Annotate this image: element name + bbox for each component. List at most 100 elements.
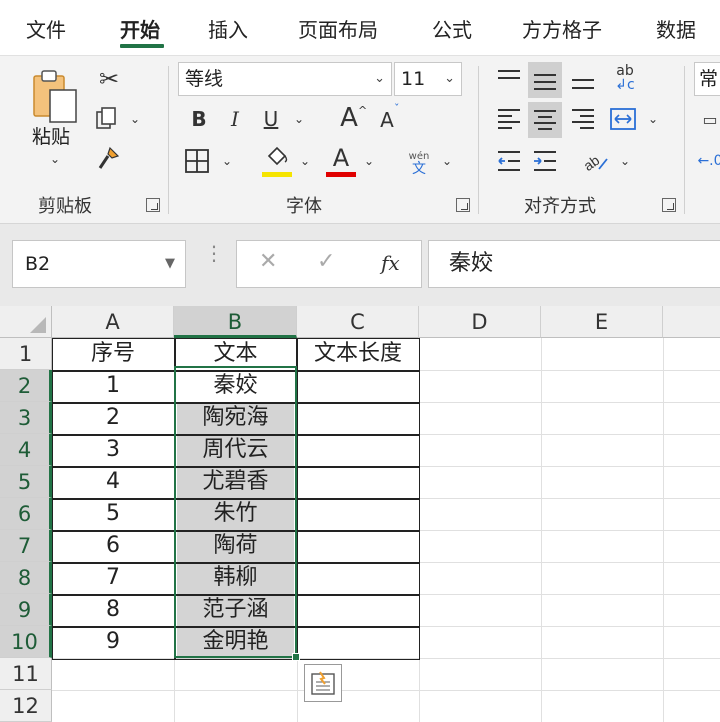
cell-a3[interactable]: 2 <box>52 402 174 434</box>
cell-c1[interactable]: 文本长度 <box>297 338 419 370</box>
paste-button[interactable] <box>30 68 82 130</box>
format-painter-icon[interactable] <box>94 144 124 174</box>
cell-a9[interactable]: 8 <box>52 594 174 626</box>
name-box[interactable]: B2 ▼ <box>12 240 186 288</box>
cell-a1[interactable]: 序号 <box>52 338 174 370</box>
copy-icon[interactable] <box>92 104 122 134</box>
row-header-11[interactable]: 11 <box>0 658 52 690</box>
font-name-select[interactable]: 等线 ⌄ <box>178 62 392 96</box>
increase-indent-icon[interactable] <box>528 144 562 178</box>
borders-icon[interactable] <box>182 146 212 176</box>
decimal-icon[interactable]: ←.0 <box>697 146 720 176</box>
borders-dropdown-icon[interactable]: ⌄ <box>222 154 232 168</box>
fill-color-dropdown-icon[interactable]: ⌄ <box>300 154 310 168</box>
cell-a10[interactable]: 9 <box>52 626 174 658</box>
ribbon-tabs: 文件 开始 插入 页面布局 公式 方方格子 数据 <box>0 0 720 56</box>
bold-button[interactable]: B <box>186 104 212 134</box>
gridline <box>52 690 720 691</box>
cell-a7[interactable]: 6 <box>52 530 174 562</box>
cell-a6[interactable]: 5 <box>52 498 174 530</box>
orientation-dropdown-icon[interactable]: ⌄ <box>620 154 630 168</box>
column-header-a[interactable]: A <box>52 306 174 338</box>
name-box-dropdown-icon[interactable]: ▼ <box>165 241 175 287</box>
merge-center-icon[interactable] <box>606 102 640 136</box>
formula-bar-grip-icon[interactable]: ⋮ <box>204 243 224 263</box>
tab-home[interactable]: 开始 <box>120 14 160 43</box>
column-header-e[interactable]: E <box>541 306 663 338</box>
column-header-f[interactable] <box>663 306 720 338</box>
underline-dropdown-icon[interactable]: ⌄ <box>294 112 304 126</box>
font-size-select[interactable]: 11 ⌄ <box>394 62 462 96</box>
copy-dropdown-icon[interactable]: ⌄ <box>130 112 140 126</box>
align-left-icon[interactable] <box>492 102 526 136</box>
italic-button[interactable]: I <box>222 104 248 134</box>
insert-function-icon[interactable]: fx <box>381 251 400 275</box>
paste-label: 粘贴 <box>32 126 71 148</box>
fill-handle[interactable] <box>292 653 300 661</box>
paste-dropdown-icon[interactable]: ⌄ <box>50 152 60 166</box>
tab-page-layout[interactable]: 页面布局 <box>298 14 378 43</box>
row-header-12[interactable]: 12 <box>0 690 52 722</box>
row-header-9[interactable]: 9 <box>0 594 52 626</box>
currency-icon[interactable]: ▭ <box>700 104 720 134</box>
group-separator <box>168 66 169 214</box>
phonetic-button[interactable]: wén 文 <box>402 146 436 180</box>
cancel-icon[interactable]: ✕ <box>259 249 277 274</box>
row-header-6[interactable]: 6 <box>0 498 52 530</box>
decrease-indent-icon[interactable] <box>492 144 526 178</box>
row-header-5[interactable]: 5 <box>0 466 52 498</box>
orientation-icon[interactable]: ab <box>578 144 612 178</box>
column-header-b[interactable]: B <box>174 306 297 338</box>
tab-formulas[interactable]: 公式 <box>432 14 472 43</box>
align-top-icon[interactable] <box>492 62 526 96</box>
row-header-3[interactable]: 3 <box>0 402 52 434</box>
font-color-swatch <box>326 172 356 177</box>
cut-icon[interactable]: ✂ <box>94 64 124 94</box>
quick-analysis-icon <box>311 671 335 695</box>
row-header-7[interactable]: 7 <box>0 530 52 562</box>
active-tab-indicator <box>120 44 164 48</box>
column-header-d[interactable]: D <box>419 306 541 338</box>
tab-data[interactable]: 数据 <box>656 14 696 43</box>
formula-buttons: ✕ ✓ fx <box>236 240 422 288</box>
align-center-icon[interactable] <box>528 102 562 138</box>
font-launcher-icon[interactable] <box>456 198 470 212</box>
fill-color-swatch <box>262 172 292 177</box>
wrap-text-icon[interactable]: ab ↲c <box>608 60 642 96</box>
fill-color-icon[interactable] <box>262 144 292 174</box>
tab-fangfang[interactable]: 方方格子 <box>522 14 602 43</box>
paste-icon <box>33 70 77 123</box>
formula-input[interactable]: 秦姣 <box>428 240 720 288</box>
alignment-launcher-icon[interactable] <box>662 198 676 212</box>
cell-a5[interactable]: 4 <box>52 466 174 498</box>
row-header-10[interactable]: 10 <box>0 626 52 658</box>
worksheet-grid: A B C D E 1 2 3 4 5 6 7 8 9 10 11 12 序号 … <box>0 306 720 722</box>
merge-dropdown-icon[interactable]: ⌄ <box>648 112 658 126</box>
cell-a8[interactable]: 7 <box>52 562 174 594</box>
column-header-c[interactable]: C <box>297 306 419 338</box>
row-header-4[interactable]: 4 <box>0 434 52 466</box>
tab-insert[interactable]: 插入 <box>208 14 248 43</box>
quick-analysis-button[interactable] <box>304 664 342 702</box>
group-separator <box>478 66 479 214</box>
align-middle-icon[interactable] <box>528 62 562 98</box>
row-header-1[interactable]: 1 <box>0 338 52 370</box>
row-header-2[interactable]: 2 <box>0 370 52 402</box>
number-format-select[interactable]: 常 <box>694 62 720 96</box>
clipboard-group-label: 剪贴板 <box>38 196 92 217</box>
font-color-dropdown-icon[interactable]: ⌄ <box>364 154 374 168</box>
grow-caret-icon: ^ <box>358 104 368 117</box>
phonetic-dropdown-icon[interactable]: ⌄ <box>442 154 452 168</box>
row-header-8[interactable]: 8 <box>0 562 52 594</box>
underline-button[interactable]: U <box>258 104 284 134</box>
clipboard-launcher-icon[interactable] <box>146 198 160 212</box>
cell-a4[interactable]: 3 <box>52 434 174 466</box>
font-group-label: 字体 <box>286 196 322 217</box>
font-color-button[interactable]: A <box>326 144 356 172</box>
tab-file[interactable]: 文件 <box>26 14 66 43</box>
enter-icon[interactable]: ✓ <box>317 249 335 274</box>
align-right-icon[interactable] <box>566 102 600 136</box>
select-all-button[interactable] <box>0 306 52 338</box>
cell-a2[interactable]: 1 <box>52 370 174 402</box>
align-bottom-icon[interactable] <box>566 62 600 96</box>
